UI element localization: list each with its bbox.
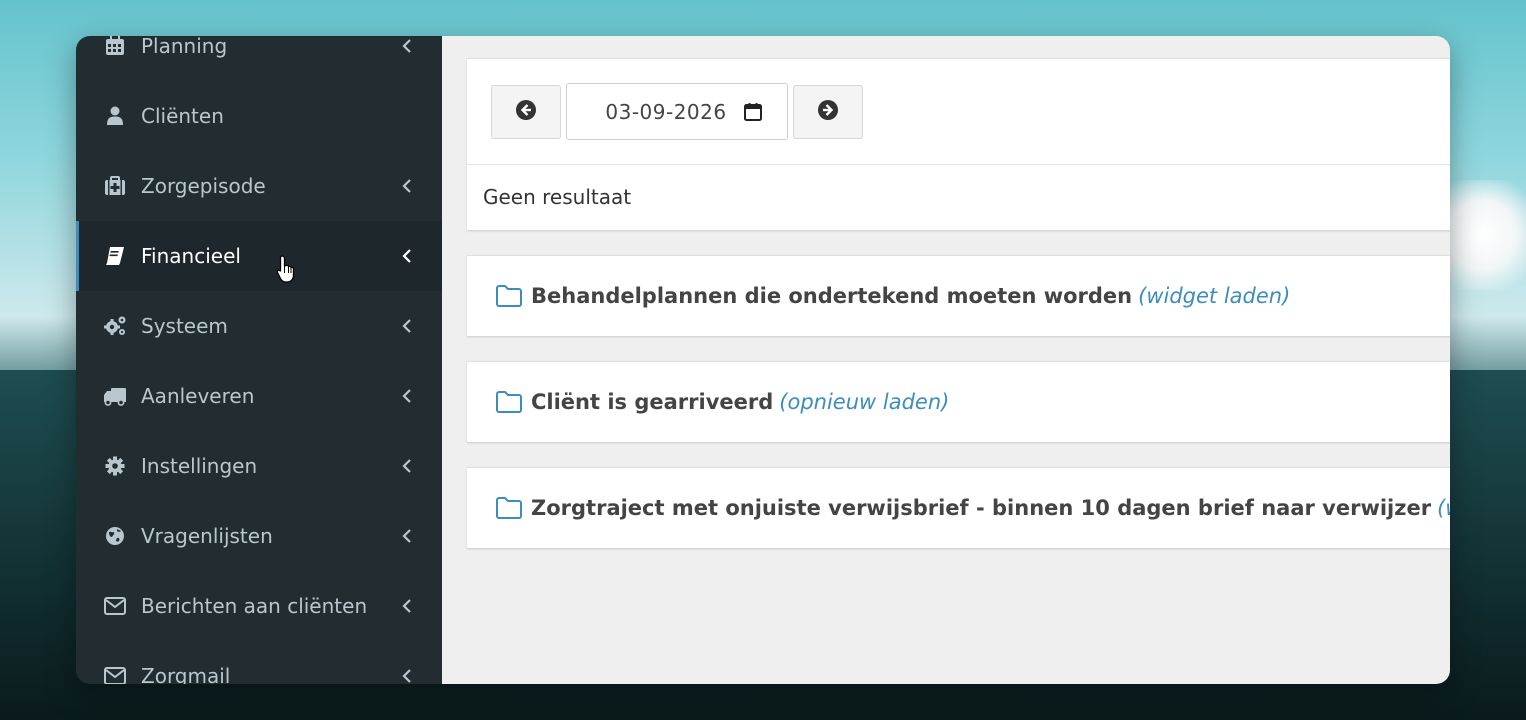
- sidebar-item-clienten[interactable]: Cliënten: [76, 81, 442, 151]
- sidebar-item-label: Instellingen: [141, 454, 258, 478]
- medkit-icon: [103, 174, 127, 198]
- folder-icon: [495, 496, 523, 520]
- previous-date-button[interactable]: [491, 84, 561, 139]
- user-icon: [103, 104, 127, 128]
- app-window: Planning Cliënten Zorgepisode Financieel…: [76, 36, 1450, 684]
- widget-behandelplannen: Behandelplannen die ondertekend moeten w…: [467, 255, 1450, 336]
- chevron-left-icon: [400, 459, 414, 473]
- date-input-value: 03-09-2026: [605, 99, 727, 124]
- no-result-text: Geen resultaat: [483, 185, 632, 209]
- calendar-picker-icon[interactable]: [743, 102, 763, 122]
- widget-load-link[interactable]: (widget laden): [1437, 496, 1450, 520]
- sidebar-item-label: Berichten aan cliënten: [141, 594, 368, 618]
- sidebar-item-label: Planning: [141, 36, 228, 58]
- book-icon: [103, 244, 127, 268]
- date-input[interactable]: 03-09-2026: [566, 83, 788, 140]
- folder-icon: [495, 390, 523, 414]
- gears-icon: [103, 314, 127, 338]
- sidebar-item-label: Zorgmail: [141, 664, 231, 684]
- result-row: Geen resultaat: [467, 165, 1450, 229]
- sidebar-item-financieel[interactable]: Financieel: [76, 221, 442, 291]
- chevron-left-icon: [400, 249, 414, 263]
- mouse-pointer-icon: [276, 254, 298, 284]
- next-date-button[interactable]: [793, 84, 863, 139]
- chevron-left-icon: [400, 599, 414, 613]
- widget-title: Zorgtraject met onjuiste verwijsbrief - …: [531, 496, 1432, 520]
- sidebar-item-planning[interactable]: Planning: [76, 36, 442, 81]
- globe-icon: [103, 524, 127, 548]
- sidebar-item-instellingen[interactable]: Instellingen: [76, 431, 442, 501]
- sidebar-item-label: Zorgepisode: [141, 174, 266, 198]
- arrow-right-circle-icon: [817, 99, 839, 125]
- arrow-left-circle-icon: [515, 99, 537, 125]
- widget-title: Cliënt is gearriveerd: [531, 390, 774, 414]
- sidebar-item-systeem[interactable]: Systeem: [76, 291, 442, 361]
- widget-title: Behandelplannen die ondertekend moeten w…: [531, 284, 1133, 308]
- chevron-left-icon: [400, 179, 414, 193]
- date-navigation-row: 03-09-2026: [467, 59, 1450, 165]
- folder-icon: [495, 284, 523, 308]
- sidebar-item-label: Cliënten: [141, 104, 224, 128]
- chevron-left-icon: [400, 529, 414, 543]
- sidebar-item-label: Vragenlijsten: [141, 524, 273, 548]
- widget-zorgtraject: Zorgtraject met onjuiste verwijsbrief - …: [467, 467, 1450, 548]
- date-navigation-box: 03-09-2026 Geen resultaat: [467, 58, 1450, 230]
- sidebar-item-zorgmail[interactable]: Zorgmail: [76, 641, 442, 684]
- widget-client-gearriveerd: Cliënt is gearriveerd (opnieuw laden): [467, 361, 1450, 442]
- chevron-left-icon: [400, 389, 414, 403]
- chevron-left-icon: [400, 39, 414, 53]
- sidebar-item-zorgepisode[interactable]: Zorgepisode: [76, 151, 442, 221]
- sidebar-item-label: Aanleveren: [141, 384, 255, 408]
- envelope-icon: [103, 594, 127, 618]
- sidebar-item-vragenlijsten[interactable]: Vragenlijsten: [76, 501, 442, 571]
- truck-icon: [103, 384, 127, 408]
- chevron-left-icon: [400, 319, 414, 333]
- sidebar-item-aanleveren[interactable]: Aanleveren: [76, 361, 442, 431]
- widget-load-link[interactable]: (widget laden): [1138, 284, 1290, 308]
- calendar-icon: [103, 36, 127, 58]
- main-content: 03-09-2026 Geen resultaat Behandelplanne…: [442, 36, 1450, 684]
- sidebar-item-berichten[interactable]: Berichten aan cliënten: [76, 571, 442, 641]
- gear-icon: [103, 454, 127, 478]
- envelope-icon: [103, 664, 127, 684]
- widget-reload-link[interactable]: (opnieuw laden): [779, 390, 949, 414]
- chevron-left-icon: [400, 669, 414, 683]
- sidebar: Planning Cliënten Zorgepisode Financieel…: [76, 36, 442, 684]
- sidebar-item-label: Systeem: [141, 314, 228, 338]
- sidebar-menu: Planning Cliënten Zorgepisode Financieel…: [76, 36, 442, 684]
